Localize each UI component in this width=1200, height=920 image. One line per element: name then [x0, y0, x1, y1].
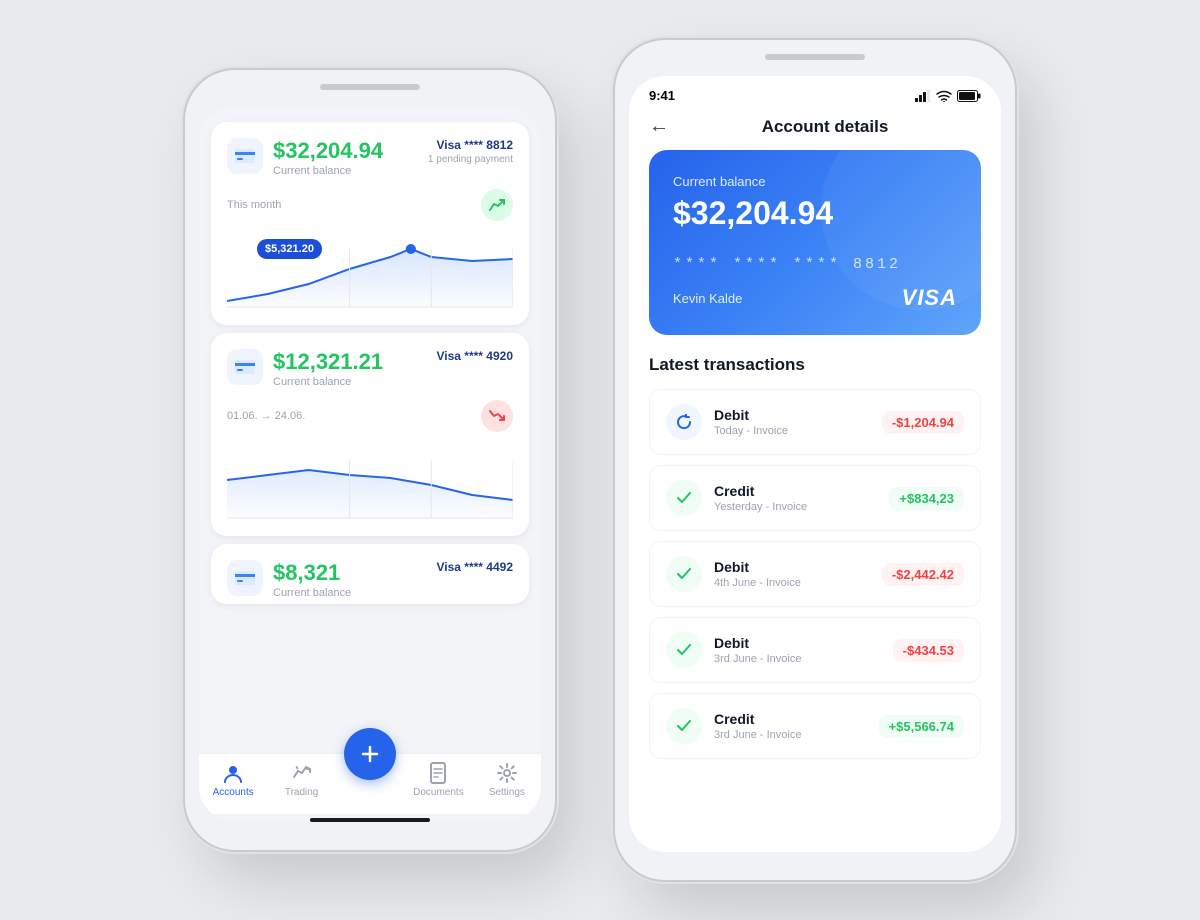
transaction-item[interactable]: Debit 3rd June - Invoice -$434.53	[649, 617, 981, 683]
settings-icon	[496, 762, 518, 784]
card3-label: Current balance	[273, 587, 351, 599]
account-card-1[interactable]: $32,204.94 Current balance Visa **** 881…	[211, 122, 529, 325]
card1-label: Current balance	[273, 165, 383, 177]
detail-header: ← Account details	[629, 107, 1001, 150]
card-icon-1	[227, 138, 263, 174]
credit-card-visual: Current balance $32,204.94 **** **** ***…	[649, 150, 981, 335]
wifi-icon	[936, 90, 952, 102]
check-icon	[666, 708, 702, 744]
detail-title: Account details	[669, 117, 981, 137]
status-time: 9:41	[649, 88, 675, 103]
card2-period: 01.06. → 24.06.	[227, 410, 305, 422]
tx-date: Yesterday - Invoice	[714, 501, 807, 513]
trend-down-icon	[481, 400, 513, 432]
home-indicator	[310, 818, 430, 822]
nav-documents-label: Documents	[413, 787, 464, 798]
accounts-scroll[interactable]: $32,204.94 Current balance Visa **** 881…	[199, 114, 541, 753]
nav-accounts-label: Accounts	[213, 787, 254, 798]
cc-number: **** **** **** 8812	[673, 256, 957, 273]
card1-visa: Visa **** 8812	[428, 138, 513, 152]
card1-pending: 1 pending payment	[428, 154, 513, 165]
scene: $32,204.94 Current balance Visa **** 881…	[145, 0, 1055, 920]
tx-type: Credit	[714, 483, 807, 499]
card3-visa: Visa **** 4492	[436, 560, 513, 574]
tx-type: Debit	[714, 635, 801, 651]
tx-amount: -$2,442.42	[882, 563, 964, 586]
card2-visa: Visa **** 4920	[436, 349, 513, 363]
card1-balance: $32,204.94	[273, 138, 383, 164]
tx-date: 4th June - Invoice	[714, 577, 801, 589]
card1-period: This month	[227, 199, 281, 211]
transactions-title: Latest transactions	[649, 355, 981, 375]
fab-add-button[interactable]	[344, 728, 396, 780]
chart1-tooltip: $5,321.20	[257, 239, 322, 259]
tx-left: Debit 3rd June - Invoice	[666, 632, 801, 668]
tx-type: Debit	[714, 559, 801, 575]
transaction-item[interactable]: Credit 3rd June - Invoice +$5,566.74	[649, 693, 981, 759]
card-icon-3	[227, 560, 263, 596]
phone2-screen: 9:41	[629, 76, 1001, 852]
status-icons	[915, 90, 981, 102]
phone-details: 9:41	[615, 40, 1015, 880]
account-card-3[interactable]: $8,321 Current balance Visa **** 4492	[211, 544, 529, 604]
documents-icon	[427, 762, 449, 784]
battery-icon	[957, 90, 981, 102]
trading-icon	[291, 762, 313, 784]
bottom-nav: Accounts Trading	[199, 753, 541, 814]
card-icon-2	[227, 349, 263, 385]
signal-icon	[915, 90, 931, 102]
phone-accounts: $32,204.94 Current balance Visa **** 881…	[185, 70, 555, 850]
tx-date: Today - Invoice	[714, 425, 788, 437]
back-button[interactable]: ←	[649, 115, 669, 138]
accounts-icon	[222, 762, 244, 784]
nav-accounts[interactable]: Accounts	[199, 762, 267, 798]
nav-settings-label: Settings	[489, 787, 525, 798]
check-icon	[666, 632, 702, 668]
tx-left: Credit 3rd June - Invoice	[666, 708, 801, 744]
cc-holder-name: Kevin Kalde	[673, 291, 742, 306]
nav-documents[interactable]: Documents	[404, 762, 472, 798]
cc-brand: VISA	[902, 285, 957, 311]
status-bar: 9:41	[629, 76, 1001, 107]
chart-1: $5,321.20	[227, 229, 513, 309]
cc-balance-label: Current balance	[673, 174, 957, 189]
trend-up-icon	[481, 189, 513, 221]
tx-type: Debit	[714, 407, 788, 423]
card2-label: Current balance	[273, 376, 383, 388]
transaction-list: Debit Today - Invoice -$1,204.94 Credit …	[649, 389, 981, 759]
check-icon	[666, 556, 702, 592]
tx-left: Credit Yesterday - Invoice	[666, 480, 807, 516]
refresh-icon	[666, 404, 702, 440]
tx-date: 3rd June - Invoice	[714, 653, 801, 665]
tx-left: Debit 4th June - Invoice	[666, 556, 801, 592]
tx-date: 3rd June - Invoice	[714, 729, 801, 741]
cc-balance-value: $32,204.94	[673, 195, 957, 232]
phone1-screen: $32,204.94 Current balance Visa **** 881…	[199, 106, 541, 822]
nav-trading[interactable]: Trading	[267, 762, 335, 798]
nav-trading-label: Trading	[285, 787, 319, 798]
transaction-item[interactable]: Credit Yesterday - Invoice +$834,23	[649, 465, 981, 531]
card3-balance: $8,321	[273, 560, 351, 586]
transaction-item[interactable]: Debit 4th June - Invoice -$2,442.42	[649, 541, 981, 607]
check-icon	[666, 480, 702, 516]
nav-settings[interactable]: Settings	[473, 762, 541, 798]
transactions-section: Latest transactions Debit Today - Invoic…	[629, 355, 1001, 852]
tx-type: Credit	[714, 711, 801, 727]
tx-left: Debit Today - Invoice	[666, 404, 788, 440]
tx-amount: -$434.53	[893, 639, 964, 662]
transaction-item[interactable]: Debit Today - Invoice -$1,204.94	[649, 389, 981, 455]
chart-2	[227, 440, 513, 520]
tx-amount: +$5,566.74	[879, 715, 964, 738]
card2-balance: $12,321.21	[273, 349, 383, 375]
tx-amount: +$834,23	[889, 487, 964, 510]
account-card-2[interactable]: $12,321.21 Current balance Visa **** 492…	[211, 333, 529, 536]
tx-amount: -$1,204.94	[882, 411, 964, 434]
